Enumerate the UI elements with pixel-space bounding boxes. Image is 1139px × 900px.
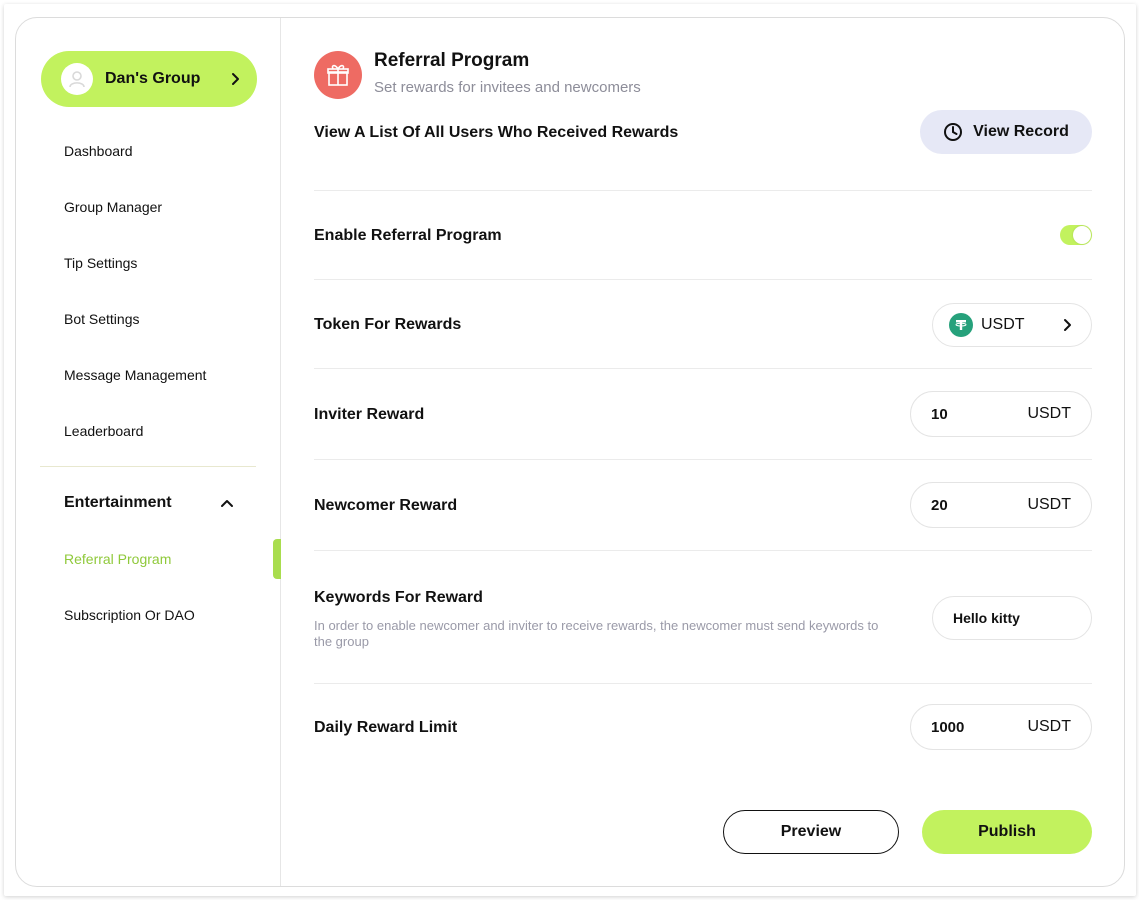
page-subtitle: Set rewards for invitees and newcomers — [374, 79, 641, 96]
inviter-reward-value: 10 — [931, 405, 948, 423]
section-title: Entertainment — [64, 494, 172, 511]
sidebar-item-group-manager[interactable]: Group Manager — [64, 199, 162, 215]
daily-limit-label: Daily Reward Limit — [314, 719, 458, 736]
divider — [314, 279, 1092, 280]
inviter-label: Inviter Reward — [314, 406, 425, 423]
section-toggle-entertainment[interactable]: Entertainment — [64, 494, 234, 512]
newcomer-label: Newcomer Reward — [314, 497, 458, 514]
divider — [314, 683, 1092, 684]
gift-icon — [327, 64, 349, 86]
enable-referral-toggle[interactable] — [1060, 225, 1092, 245]
preview-button[interactable]: Preview — [723, 810, 899, 854]
sidebar: Dan's Group Dashboard Group Manager Tip … — [16, 18, 281, 886]
tether-icon — [949, 313, 973, 337]
clock-icon — [944, 123, 963, 141]
sidebar-item-subscription-dao[interactable]: Subscription Or DAO — [64, 607, 195, 623]
toggle-knob — [1073, 226, 1091, 244]
sidebar-item-leaderboard[interactable]: Leaderboard — [64, 423, 143, 439]
active-indicator — [273, 539, 281, 579]
newcomer-reward-value: 20 — [931, 496, 948, 514]
inviter-reward-unit: USDT — [1027, 405, 1071, 422]
header-icon — [314, 51, 362, 99]
user-face-icon — [69, 71, 85, 88]
newcomer-reward-unit: USDT — [1027, 496, 1071, 513]
newcomer-reward-input[interactable]: 20 USDT — [910, 482, 1092, 528]
daily-limit-unit: USDT — [1027, 718, 1071, 735]
page-title: Referral Program — [374, 50, 530, 71]
token-name: USDT — [981, 316, 1025, 333]
avatar — [61, 63, 93, 95]
group-name: Dan's Group — [105, 70, 201, 87]
keywords-input[interactable]: Hello kitty — [932, 596, 1092, 640]
chevron-up-icon — [220, 498, 234, 508]
main-panel: Referral Program Set rewards for invitee… — [314, 18, 1092, 886]
sidebar-divider — [40, 466, 256, 467]
token-label: Token For Rewards — [314, 316, 462, 333]
divider — [314, 190, 1092, 191]
chevron-right-icon — [1063, 318, 1073, 332]
record-label: View A List Of All Users Who Received Re… — [314, 124, 679, 141]
publish-button[interactable]: Publish — [922, 810, 1092, 854]
group-switcher[interactable]: Dan's Group — [41, 51, 257, 107]
keywords-description: In order to enable newcomer and inviter … — [314, 618, 879, 649]
sidebar-item-tip-settings[interactable]: Tip Settings — [64, 255, 137, 271]
daily-limit-input[interactable]: 1000 USDT — [910, 704, 1092, 750]
sidebar-item-message-management[interactable]: Message Management — [64, 367, 206, 383]
sidebar-item-referral-program[interactable]: Referral Program — [64, 551, 171, 567]
chevron-right-icon — [231, 72, 241, 86]
divider — [314, 368, 1092, 369]
daily-limit-value: 1000 — [931, 718, 965, 736]
keywords-label: Keywords For Reward — [314, 589, 483, 606]
view-record-label: View Record — [973, 123, 1069, 140]
sidebar-item-bot-settings[interactable]: Bot Settings — [64, 311, 140, 327]
token-select[interactable]: USDT — [932, 303, 1092, 347]
enable-label: Enable Referral Program — [314, 227, 502, 244]
settings-card: Dan's Group Dashboard Group Manager Tip … — [15, 17, 1125, 887]
inviter-reward-input[interactable]: 10 USDT — [910, 391, 1092, 437]
sidebar-item-dashboard[interactable]: Dashboard — [64, 143, 133, 159]
divider — [314, 550, 1092, 551]
view-record-button[interactable]: View Record — [920, 110, 1092, 154]
divider — [314, 459, 1092, 460]
